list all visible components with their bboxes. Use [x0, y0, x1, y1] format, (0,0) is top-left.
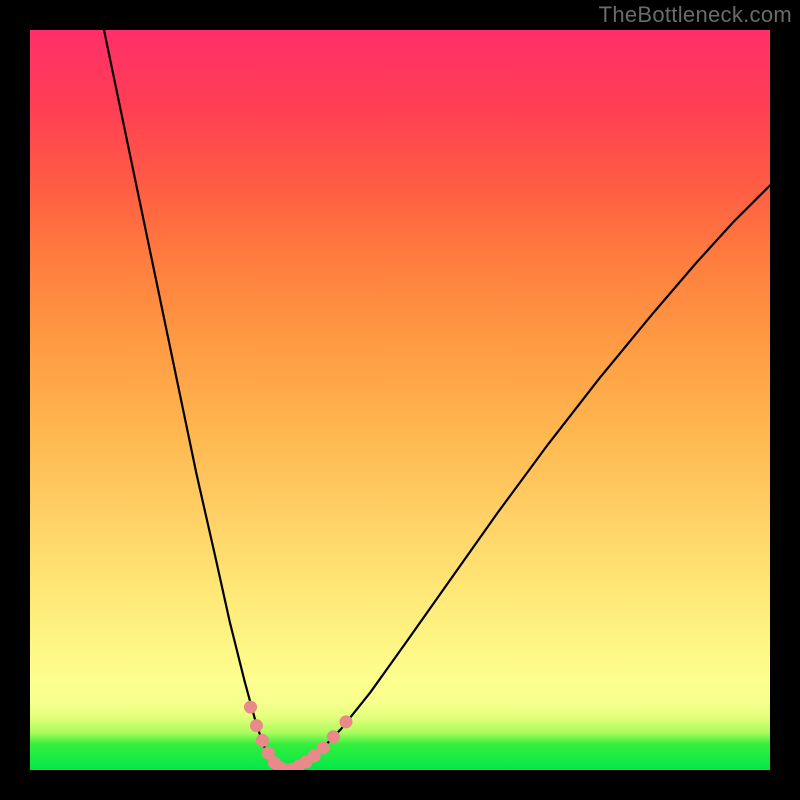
marker-dot [244, 701, 257, 714]
marker-group [244, 701, 352, 770]
marker-dot [327, 730, 340, 743]
marker-dot [317, 741, 330, 754]
curve-left-branch [104, 30, 285, 770]
watermark-text: TheBottleneck.com [599, 2, 792, 28]
chart-frame: TheBottleneck.com [0, 0, 800, 800]
plot-area [30, 30, 770, 770]
curve-layer [30, 30, 770, 770]
marker-dot [250, 719, 263, 732]
marker-dot [256, 734, 269, 747]
marker-dot [339, 715, 352, 728]
curve-right-branch [285, 185, 770, 770]
